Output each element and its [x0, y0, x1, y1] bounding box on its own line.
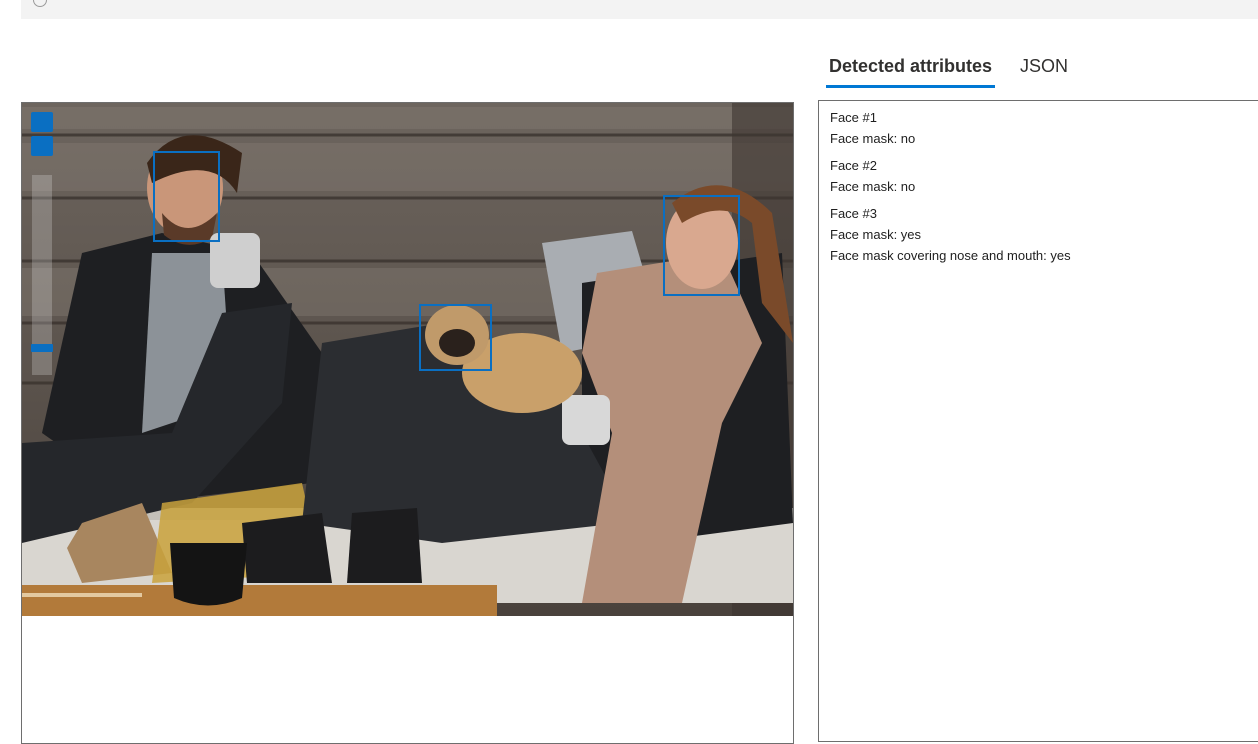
image-viewer[interactable]: [21, 102, 794, 744]
analyzed-photo: [22, 103, 793, 616]
info-banner: [21, 0, 1258, 19]
face-result-1: Face #1 Face mask: no: [830, 107, 1247, 149]
face-attribute: Face mask covering nose and mouth: yes: [830, 248, 1071, 263]
face-attribute: Face mask: no: [830, 131, 916, 146]
face-result-3: Face #3 Face mask: yes Face mask coverin…: [830, 203, 1247, 266]
face-box-1[interactable]: [153, 151, 220, 242]
face-attribute: Face mask: no: [830, 179, 916, 194]
face-box-2[interactable]: [419, 304, 492, 371]
face-attribute: Face mask: yes: [830, 227, 922, 242]
face-box-3[interactable]: [663, 195, 740, 296]
zoom-slider-thumb[interactable]: [31, 343, 53, 352]
face-title: Face #2: [830, 158, 877, 173]
zoom-in-button[interactable]: [31, 112, 53, 132]
tab-json[interactable]: JSON: [1017, 50, 1071, 81]
face-title: Face #3: [830, 206, 877, 221]
zoom-out-button[interactable]: [31, 136, 53, 156]
result-tabs: Detected attributes JSON: [826, 50, 1093, 90]
detected-attributes-panel: Face #1 Face mask: no Face #2 Face mask:…: [818, 100, 1258, 742]
info-icon: [33, 0, 47, 7]
tab-detected-attributes[interactable]: Detected attributes: [826, 50, 996, 88]
face-result-2: Face #2 Face mask: no: [830, 155, 1247, 197]
face-title: Face #1: [830, 110, 877, 125]
